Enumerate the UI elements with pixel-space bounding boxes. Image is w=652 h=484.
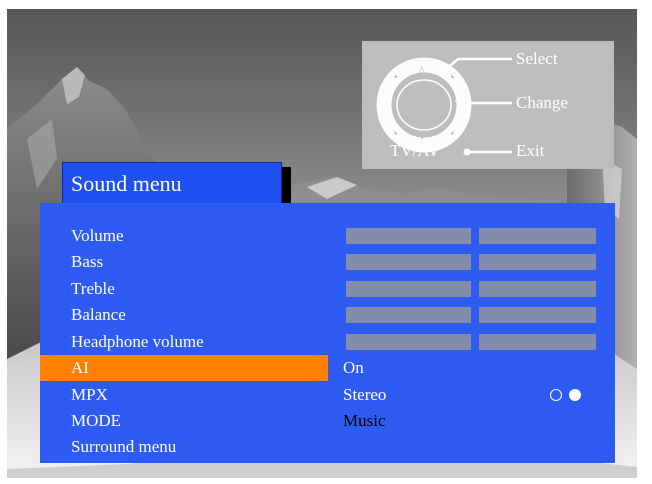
- menu-item-label: AI: [71, 358, 89, 377]
- menu-item-mpx[interactable]: MPX Stereo: [40, 382, 615, 408]
- balance-bar-left: [346, 307, 471, 323]
- bass-bar-left: [346, 254, 471, 270]
- menu-item-volume[interactable]: Volume: [40, 223, 615, 249]
- volume-bar-left: [346, 228, 471, 244]
- menu-item-mode[interactable]: MODE Music: [40, 408, 615, 434]
- menu-item-balance[interactable]: Balance: [40, 302, 615, 328]
- menu-item-label: MODE: [71, 411, 122, 430]
- menu-item-label: Headphone volume: [71, 332, 204, 351]
- menu-item-label: Volume: [71, 226, 124, 245]
- remote-control-legend: ^ v − + Select Change Exit TV/AV: [362, 41, 614, 169]
- menu-item-label: Bass: [71, 252, 104, 271]
- balance-bar-right: [479, 307, 596, 323]
- mode-value: Music: [343, 411, 386, 430]
- treble-bar-left: [346, 281, 471, 297]
- headphone-volume-bar-right: [479, 334, 596, 350]
- menu-item-bass[interactable]: Bass: [40, 249, 615, 275]
- mpx-indicator-empty-circle-icon: [550, 389, 562, 401]
- mpx-indicator-filled-circle-icon: [569, 389, 581, 401]
- menu-item-label: Balance: [71, 305, 126, 324]
- menu-item-headphone-volume[interactable]: Headphone volume: [40, 329, 615, 355]
- dpad-plus-symbol: +: [454, 90, 466, 112]
- volume-bar-right: [479, 228, 596, 244]
- headphone-volume-bar-left: [346, 334, 471, 350]
- menu-item-treble[interactable]: Treble: [40, 276, 615, 302]
- treble-bar-right: [479, 281, 596, 297]
- menu-item-label: MPX: [71, 385, 108, 404]
- legend-select-label: Select: [516, 49, 558, 68]
- mpx-value: Stereo: [343, 385, 387, 404]
- menu-title: Sound menu: [62, 162, 282, 206]
- ai-value: On: [343, 358, 364, 377]
- menu-item-label: Surround menu: [71, 437, 177, 456]
- legend-change-label: Change: [516, 93, 568, 112]
- dpad-minus-symbol: −: [380, 92, 392, 114]
- bass-bar-right: [479, 254, 596, 270]
- menu-item-surround-menu[interactable]: Surround menu: [40, 434, 615, 460]
- legend-tvav-label: TV/AV: [390, 141, 440, 160]
- sound-menu-panel: Volume Bass Treble Balance Headphone vol…: [40, 203, 615, 463]
- legend-exit-label: Exit: [516, 141, 545, 160]
- menu-item-label: Treble: [71, 279, 115, 298]
- menu-item-ai[interactable]: AI On: [40, 355, 615, 381]
- dpad-up-symbol: ^: [418, 64, 426, 81]
